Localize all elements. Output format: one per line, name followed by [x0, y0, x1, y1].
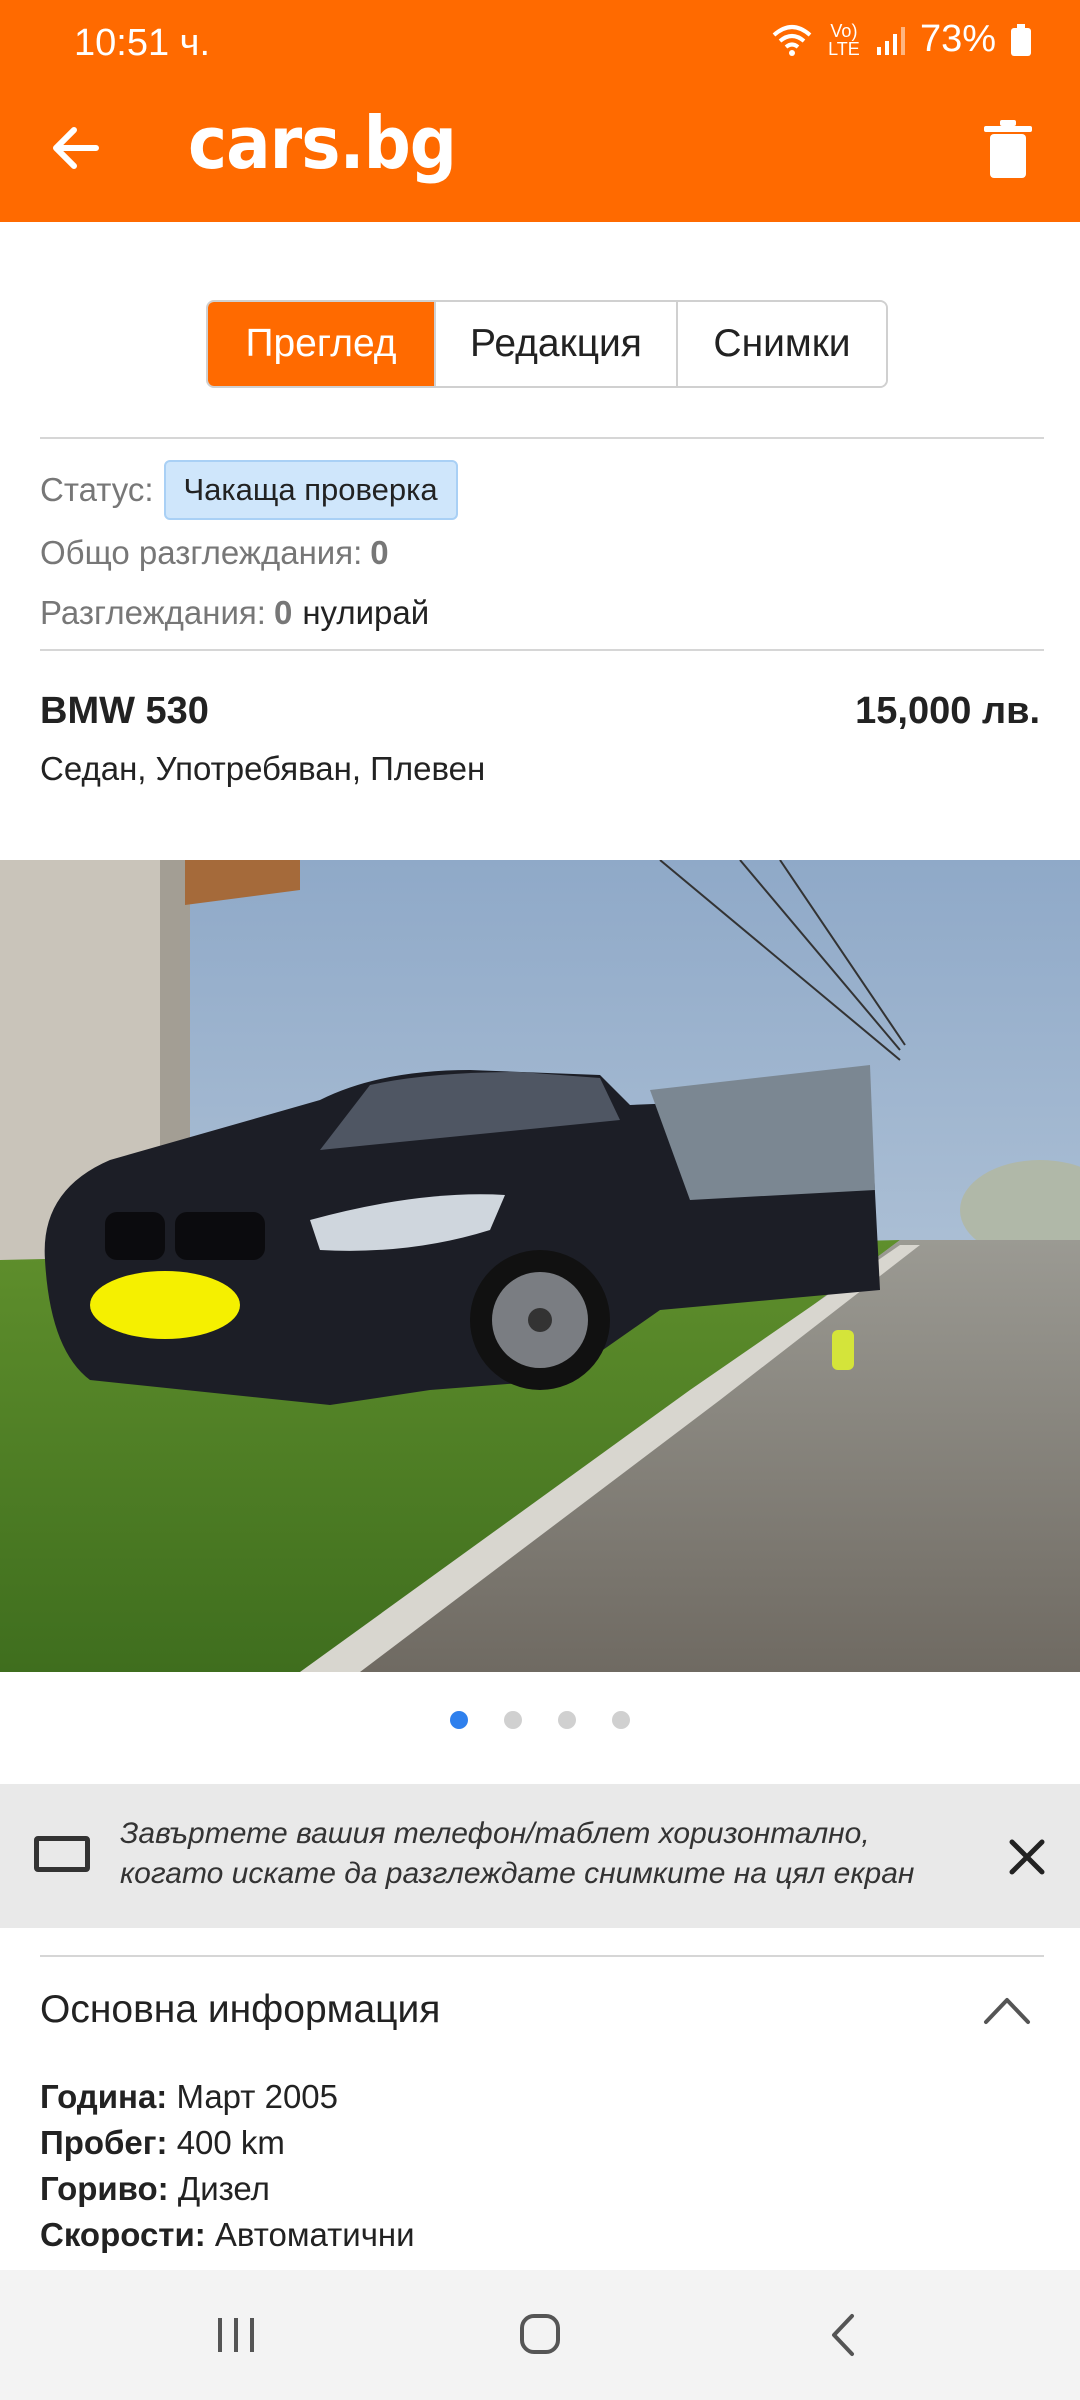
views-row: Разглеждания: 0 нулирай [40, 594, 429, 632]
status-label: Статус: [40, 471, 154, 508]
close-hint-button[interactable] [1004, 1834, 1050, 1880]
arrow-left-icon [53, 127, 99, 169]
battery-icon [1011, 23, 1031, 56]
trash-icon [984, 120, 1032, 178]
divider [40, 649, 1044, 651]
views-label: Разглеждания: [40, 594, 266, 631]
signal-icon [876, 26, 905, 55]
gallery-dot[interactable] [558, 1711, 576, 1729]
total-views-value: 0 [370, 534, 389, 571]
total-views-label: Общо разглеждания: [40, 534, 363, 571]
system-nav-bar [0, 2270, 1080, 2400]
home-icon [520, 2314, 560, 2354]
delete-button[interactable] [980, 118, 1036, 180]
chevron-up-icon [984, 1998, 1030, 2024]
spec-row: Пробег: 400 km [40, 2124, 285, 2162]
gallery-dot[interactable] [450, 1711, 468, 1729]
tablet-landscape-icon [34, 1836, 90, 1872]
collapse-toggle[interactable] [980, 1990, 1034, 2030]
spec-value: 400 km [176, 2124, 285, 2161]
divider [40, 1955, 1044, 1957]
divider [40, 437, 1044, 439]
reset-views-link[interactable]: нулирай [302, 594, 429, 632]
gallery-pagination [0, 1711, 1080, 1729]
tab-overview[interactable]: Преглед [208, 302, 434, 386]
rotate-hint-banner: Завъртете вашия телефон/таблет хоризонта… [0, 1784, 1080, 1928]
status-row: Статус: Чакаща проверка [40, 460, 458, 520]
spec-value: Дизел [177, 2170, 270, 2207]
views-value: 0 [273, 594, 293, 631]
car-subtitle: Седан, Употребяван, Плевен [40, 750, 486, 787]
close-icon [1009, 1839, 1045, 1875]
car-title: BMW 530 [40, 690, 209, 732]
status-icons: Vo) LTE 73% [772, 18, 1032, 61]
chevron-left-icon [832, 2314, 854, 2356]
basic-info-title[interactable]: Основна информация [40, 1988, 440, 2032]
car-photo[interactable] [0, 860, 1080, 1672]
app-logo[interactable]: cars.bg [188, 101, 457, 186]
spec-row: Гориво: Дизел [40, 2170, 270, 2208]
recent-apps-button[interactable] [206, 2310, 266, 2360]
status-time: 10:51 ч. [74, 22, 211, 64]
spec-label: Гориво: [40, 2170, 169, 2207]
listing-tabs: Преглед Редакция Снимки [206, 300, 888, 388]
wifi-icon [772, 24, 812, 56]
status-badge: Чакаща проверка [163, 460, 458, 520]
gallery-dot[interactable] [504, 1711, 522, 1729]
spec-value: Март 2005 [176, 2078, 339, 2115]
app-header: 10:51 ч. Vo) LTE 73% cars.bg [0, 0, 1080, 222]
network-type-label: Vo) LTE [828, 20, 860, 59]
battery-percent: 73% [919, 18, 996, 60]
home-button[interactable] [510, 2310, 570, 2360]
spec-label: Пробег: [40, 2124, 168, 2161]
spec-label: Скорости: [40, 2216, 206, 2253]
spec-label: Година: [40, 2078, 168, 2115]
gallery-dot[interactable] [612, 1711, 630, 1729]
car-photo-illustration [0, 860, 1080, 1672]
rotate-hint-text: Завъртете вашия телефон/таблет хоризонта… [120, 1817, 915, 1890]
tab-photos[interactable]: Снимки [676, 302, 886, 386]
car-price: 15,000 лв. [855, 690, 1040, 732]
total-views-row: Общо разглеждания: 0 [40, 534, 389, 572]
spec-row: Скорости: Автоматични [40, 2216, 415, 2254]
spec-value: Автоматични [214, 2216, 415, 2253]
system-back-button[interactable] [816, 2310, 876, 2360]
tab-edit[interactable]: Редакция [434, 302, 676, 386]
back-button[interactable] [46, 118, 106, 178]
spec-row: Година: Март 2005 [40, 2078, 338, 2116]
recent-apps-icon [218, 2318, 254, 2352]
